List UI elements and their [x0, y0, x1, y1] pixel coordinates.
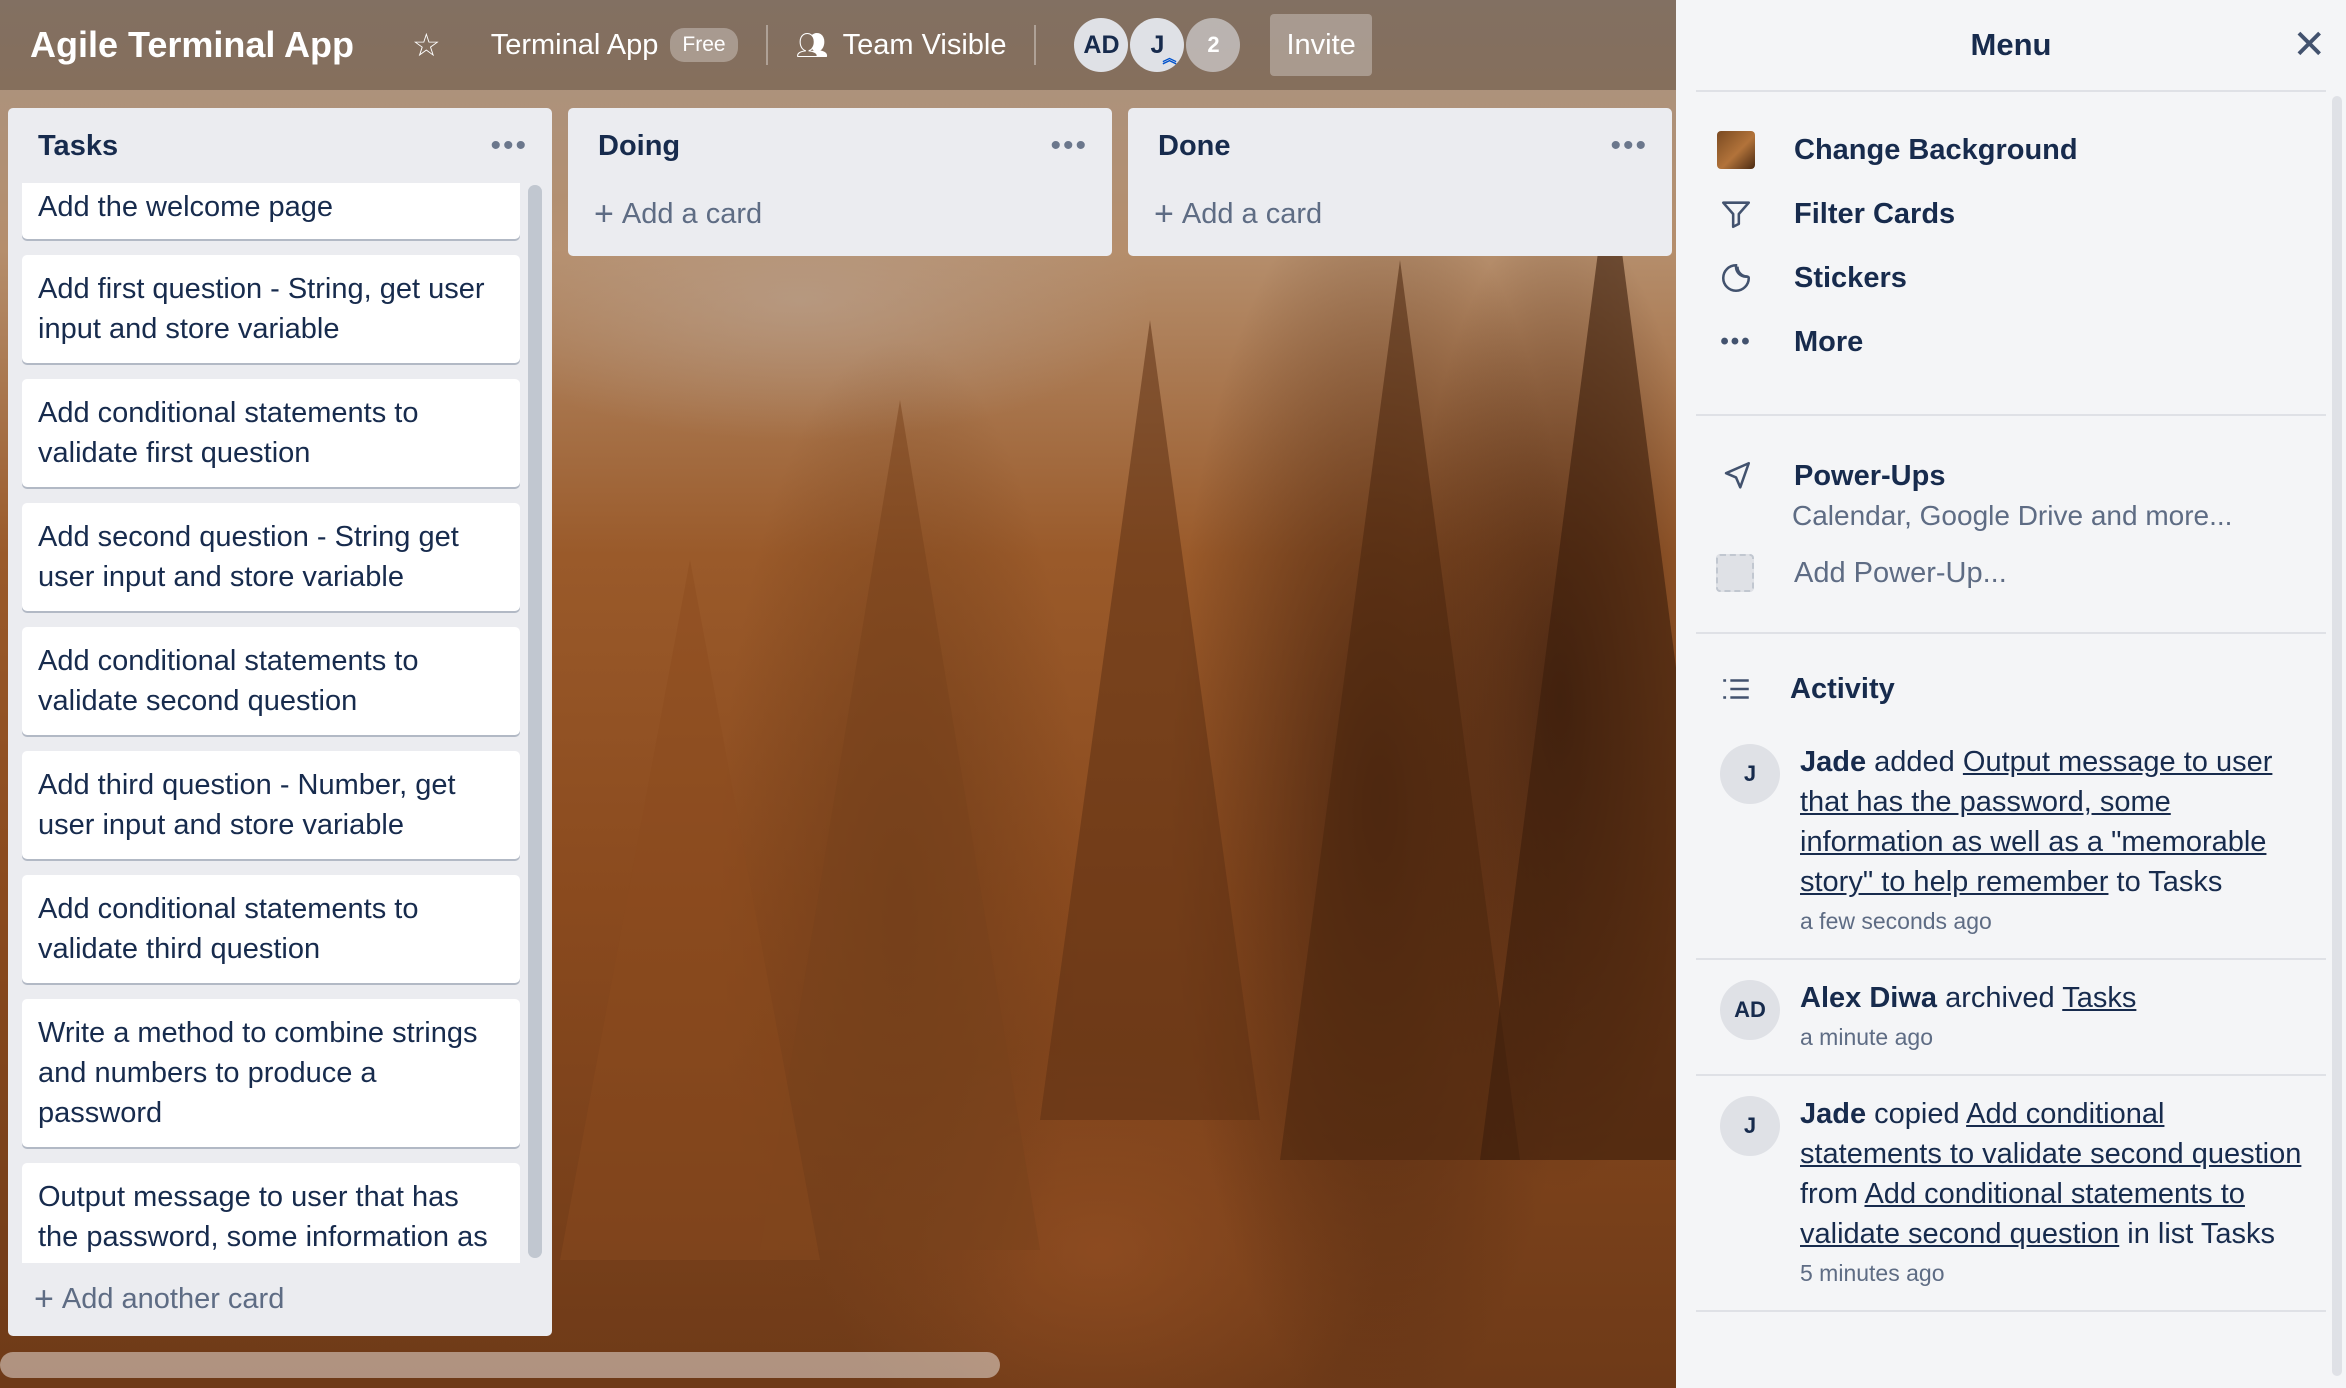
activity-header: Activity — [1676, 654, 2346, 724]
extra-members-count[interactable]: 2 — [1186, 18, 1241, 72]
list-item[interactable]: Add conditional statements to validate f… — [22, 379, 520, 487]
background-thumbnail — [1716, 131, 1756, 169]
list-item[interactable]: Add conditional statements to validate s… — [22, 627, 520, 735]
plus-icon: + — [1154, 194, 1174, 233]
activity-user: Alex Diwa — [1800, 982, 1937, 1014]
header-divider — [1034, 25, 1037, 65]
add-power-up-label: Add Power-Up... — [1794, 556, 2007, 589]
menu-item-label: Filter Cards — [1794, 197, 1956, 230]
more-icon: ••• — [1720, 328, 1752, 355]
activity-entry: J Jade added Output message to user that… — [1696, 724, 2326, 960]
filter-icon — [1716, 197, 1756, 231]
star-icon[interactable]: ☆ — [398, 15, 455, 75]
add-card-label: Add a card — [1181, 197, 1323, 230]
team-icon: 👥︎ — [795, 29, 829, 60]
scrollbar-thumb[interactable] — [528, 185, 542, 1258]
add-power-up-button[interactable]: Add Power-Up... — [1676, 538, 2346, 608]
activity-list-link[interactable]: Tasks — [2062, 982, 2136, 1014]
visibility-label: Team Visible — [842, 28, 1007, 61]
list-title[interactable]: Doing — [598, 130, 680, 163]
activity-title: Activity — [1790, 672, 1895, 705]
list-item[interactable]: Output message to user that has the pass… — [22, 1163, 520, 1263]
list-item[interactable]: Write a method to combine strings and nu… — [22, 999, 520, 1147]
add-card-button[interactable]: + Add a card — [568, 184, 1112, 244]
add-card-button[interactable]: + Add a card — [1128, 184, 1672, 244]
list-doing: Doing ••• + Add a card — [568, 108, 1112, 256]
power-ups-item[interactable]: Power-Ups — [1676, 444, 2346, 508]
member-avatars: AD J ︽ 2 — [1074, 18, 1242, 72]
plan-badge: Free — [670, 28, 738, 62]
activity-suffix: to Tasks — [2116, 866, 2223, 898]
activity-user: Jade — [1800, 1098, 1867, 1130]
list-header: Doing ••• — [568, 108, 1112, 184]
list-item[interactable]: Add the welcome page — [22, 183, 520, 239]
visibility-button[interactable]: 👥︎ Team Visible — [782, 15, 1021, 75]
close-icon[interactable]: ✕ — [2292, 22, 2326, 68]
avatar[interactable]: AD — [1074, 18, 1129, 72]
board-title[interactable]: Agile Terminal App — [30, 24, 354, 66]
sticker-icon — [1716, 261, 1756, 295]
workspace-name: Terminal App — [490, 28, 659, 61]
list-header: Done ••• — [1128, 108, 1672, 184]
stickers-item[interactable]: Stickers — [1676, 246, 2346, 310]
list-title[interactable]: Done — [1158, 130, 1231, 163]
list-title[interactable]: Tasks — [38, 130, 118, 163]
list-header: Tasks ••• — [8, 108, 552, 184]
rocket-icon — [1716, 459, 1756, 493]
more-item[interactable]: ••• More — [1676, 310, 2346, 374]
avatar[interactable]: AD — [1720, 980, 1780, 1040]
more-icon[interactable]: ••• — [1050, 129, 1088, 163]
list-item[interactable]: Add third question - Number, get user in… — [22, 751, 520, 859]
add-card-label: Add a card — [621, 197, 763, 230]
activity-suffix: in list Tasks — [2127, 1218, 2276, 1250]
activity-text: Jade added Output message to user that h… — [1800, 742, 2306, 938]
activity-action: copied — [1874, 1098, 1960, 1130]
filter-cards-item[interactable]: Filter Cards — [1676, 182, 2346, 246]
invite-button[interactable]: Invite — [1270, 14, 1372, 76]
menu-item-label: Power-Ups — [1794, 459, 1946, 492]
menu-sidebar: Menu ✕ Change Background Filter Cards St… — [1676, 0, 2346, 1388]
activity-user: Jade — [1800, 746, 1867, 778]
avatar[interactable]: J ︽ — [1130, 18, 1185, 72]
more-icon[interactable]: ••• — [1610, 129, 1648, 163]
activity-time[interactable]: 5 minutes ago — [1800, 1256, 2306, 1290]
plus-icon: + — [594, 194, 614, 233]
activity-icon — [1716, 672, 1756, 706]
power-up-placeholder-icon — [1716, 554, 1754, 592]
menu-item-label: Change Background — [1794, 133, 2078, 166]
list-item[interactable]: Add conditional statements to validate t… — [22, 875, 520, 983]
menu-item-label: Stickers — [1794, 261, 1907, 294]
activity-text: Jade copied Add conditional statements t… — [1800, 1094, 2306, 1290]
list-item[interactable]: Add first question - String, get user in… — [22, 255, 520, 363]
activity-text: Alex Diwa archived Tasks a minute ago — [1800, 978, 2306, 1054]
activity-action: archived — [1945, 982, 2055, 1014]
activity-mid: from — [1800, 1178, 1858, 1210]
header-divider — [765, 25, 768, 65]
avatar[interactable]: J — [1720, 744, 1780, 804]
activity-time[interactable]: a minute ago — [1800, 1020, 2306, 1054]
avatar[interactable]: J — [1720, 1096, 1780, 1156]
plus-icon: + — [34, 1279, 54, 1318]
change-background-item[interactable]: Change Background — [1676, 118, 2346, 182]
add-card-button[interactable]: + Add another card — [8, 1262, 310, 1336]
add-card-label: Add another card — [61, 1282, 285, 1315]
list-scrollbar[interactable] — [528, 185, 542, 1258]
activity-time[interactable]: a few seconds ago — [1800, 904, 2306, 938]
power-ups-subtitle[interactable]: Calendar, Google Drive and more... — [1676, 500, 2346, 532]
activity-action: added — [1874, 746, 1955, 778]
activity-entry: AD Alex Diwa archived Tasks a minute ago — [1696, 960, 2326, 1076]
menu-header: Menu ✕ — [1696, 0, 2326, 92]
menu-item-label: More — [1794, 325, 1864, 358]
workspace-button[interactable]: Terminal App Free — [477, 15, 752, 75]
card-list: Add the welcome page Add first question … — [22, 183, 522, 1263]
more-icon[interactable]: ••• — [490, 129, 528, 163]
list-done: Done ••• + Add a card — [1128, 108, 1672, 256]
menu-title: Menu — [1970, 27, 2052, 62]
board-scrollbar[interactable] — [0, 1352, 1000, 1378]
menu-scrollbar[interactable] — [2332, 96, 2342, 1376]
admin-chevron-icon: ︽ — [1162, 50, 1177, 66]
activity-entry: J Jade copied Add conditional statements… — [1696, 1076, 2326, 1312]
list-item[interactable]: Add second question - String get user in… — [22, 503, 520, 611]
board-header: Agile Terminal App ☆ Terminal App Free 👥… — [0, 0, 1676, 90]
